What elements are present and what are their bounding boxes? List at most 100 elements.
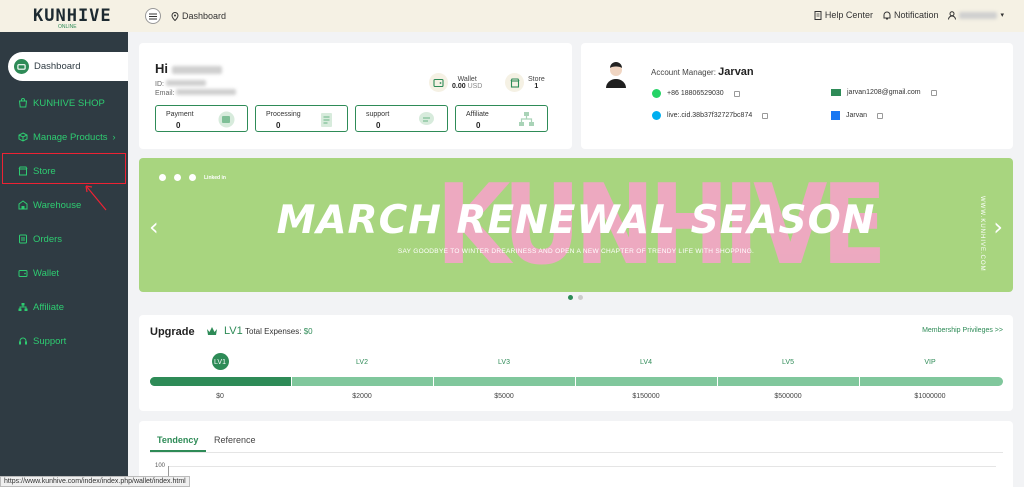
account-manager-name: Jarvan	[718, 66, 754, 78]
username-redacted	[959, 11, 998, 19]
sidebar-item-label: Orders	[33, 233, 63, 245]
crown-icon	[207, 327, 217, 335]
phone-row[interactable]: +86 18806529030	[652, 89, 740, 98]
sidebar: KUNHIVE ONLINE Dashboard KUNHIVE SHOP Ma…	[0, 0, 128, 487]
sidebar-item-wallet[interactable]: Wallet	[0, 256, 128, 290]
username-redacted	[171, 65, 222, 74]
notification-label: Notification	[893, 10, 939, 20]
level-label: LV3	[498, 359, 510, 366]
banner-website: WWW.KUNHIVE.COM	[979, 196, 985, 272]
level-label: LV2	[356, 359, 368, 366]
copy-icon[interactable]	[762, 112, 769, 119]
skype-icon[interactable]	[159, 174, 166, 181]
copy-icon[interactable]	[733, 90, 740, 97]
account-manager-title: Account Manager: Jarvan	[651, 66, 754, 78]
user-menu[interactable]: ▾	[948, 10, 1004, 20]
sidebar-item-support[interactable]: Support	[0, 324, 128, 358]
upgrade-progress-bar	[150, 377, 1003, 386]
sidebar-item-store[interactable]: Store	[0, 154, 128, 188]
facebook-icon[interactable]	[174, 174, 181, 181]
chart-y-tick: 100	[155, 463, 166, 469]
sidebar-item-orders[interactable]: Orders	[0, 222, 128, 256]
store-icon	[17, 166, 28, 177]
support-box[interactable]: support 0	[355, 105, 448, 132]
carousel-dot[interactable]	[578, 295, 583, 300]
wallet-icon	[429, 73, 448, 92]
location-pin-icon	[171, 11, 179, 21]
carousel-dot[interactable]	[568, 295, 573, 300]
copy-icon[interactable]	[930, 89, 937, 96]
chat-bubble-icon	[419, 112, 434, 125]
copy-icon[interactable]	[877, 112, 884, 119]
email-row[interactable]: jarvan1208@gmail.com	[831, 89, 937, 96]
sidebar-item-label: Support	[33, 335, 67, 347]
chevron-down-icon: ▾	[1000, 12, 1004, 19]
banner-next-button[interactable]: ›	[993, 213, 1003, 241]
affiliate-network-icon	[17, 302, 28, 313]
breadcrumb: Dashboard	[171, 11, 226, 21]
linkedin-icon[interactable]: Linked in	[204, 175, 226, 181]
banner-prev-button[interactable]: ‹	[149, 213, 159, 241]
breadcrumb-label: Dashboard	[182, 11, 227, 21]
sidebar-item-affiliate[interactable]: Affiliate	[0, 290, 128, 324]
skype-row[interactable]: live:.cid.38b37f32727bc874	[652, 111, 769, 120]
bar-separator	[291, 377, 292, 386]
notification-link[interactable]: Notification	[883, 10, 939, 20]
clipboard-icon	[321, 113, 332, 127]
processing-box[interactable]: Processing 0	[255, 105, 348, 132]
skype-id: live:.cid.38b37f32727bc874	[667, 112, 753, 119]
banner-headline: MARCH RENEWAL SEASON	[276, 198, 876, 243]
affiliate-box[interactable]: Affiliate 0	[455, 105, 548, 132]
banner-subline: SAY GOODBYE TO WINTER DREARINESS AND OPE…	[397, 248, 755, 255]
menu-toggle-button[interactable]	[145, 8, 161, 24]
promo-banner[interactable]: KUNHIVE Linked in MARCH RENEWAL SEASON S…	[139, 158, 1013, 292]
level-label: LV1	[214, 359, 226, 366]
level-amount: $2000	[352, 393, 372, 400]
payment-value: 0	[176, 121, 181, 130]
tab-tendency[interactable]: Tendency	[157, 435, 198, 445]
help-center-link[interactable]: Help Center	[814, 10, 873, 20]
instagram-icon[interactable]	[189, 174, 196, 181]
sidebar-item-dashboard[interactable]: Dashboard	[8, 52, 128, 81]
store-stat[interactable]: Store 1	[505, 73, 545, 92]
orders-icon	[17, 234, 28, 245]
tab-reference[interactable]: Reference	[214, 435, 256, 445]
facebook-row[interactable]: Jarvan	[831, 111, 884, 120]
wallet-label: Wallet	[457, 75, 477, 83]
wallet-icon	[17, 268, 28, 279]
sidebar-nav: Dashboard KUNHIVE SHOP Manage Products ›…	[0, 52, 128, 358]
sidebar-item-label: KUNHIVE SHOP	[33, 97, 105, 109]
logo[interactable]: KUNHIVE ONLINE	[0, 0, 128, 32]
affiliate-value: 0	[476, 121, 481, 130]
support-headset-icon	[17, 336, 28, 347]
store-value: 1	[534, 82, 539, 90]
bar-separator	[717, 377, 718, 386]
email-icon	[831, 89, 841, 96]
skype-icon	[652, 111, 661, 120]
level-amount: $500000	[774, 393, 802, 400]
chevron-right-icon: ›	[112, 132, 116, 142]
topbar: Dashboard Help Center Notification ▾	[128, 0, 1024, 32]
avatar	[603, 60, 629, 88]
affiliate-network-icon	[519, 112, 534, 126]
payment-box[interactable]: Payment 0	[155, 105, 248, 132]
wallet-stat[interactable]: Wallet 0.00 USD	[429, 73, 482, 92]
support-label: support	[366, 111, 390, 118]
status-bar-url: https://www.kunhive.com/index/index.php/…	[0, 476, 190, 487]
level-amount: $150000	[632, 393, 660, 400]
support-value: 0	[376, 121, 381, 130]
carousel-dots	[568, 295, 583, 300]
bar-separator	[575, 377, 576, 386]
tendency-card	[139, 421, 1013, 487]
membership-privileges-link[interactable]: Membership Privileges >>	[922, 327, 1003, 334]
sidebar-item-label: Store	[33, 165, 56, 177]
email-address: jarvan1208@gmail.com	[847, 89, 921, 96]
sidebar-item-manage-products[interactable]: Manage Products ›	[0, 120, 128, 154]
sidebar-item-kunhive-shop[interactable]: KUNHIVE SHOP	[0, 86, 128, 120]
tabs-divider	[150, 452, 1003, 453]
banner-social-links: Linked in	[159, 174, 226, 181]
level-label: VIP	[924, 359, 936, 366]
sidebar-item-warehouse[interactable]: Warehouse	[0, 188, 128, 222]
bar-separator	[433, 377, 434, 386]
sidebar-item-label: Wallet	[33, 267, 60, 279]
